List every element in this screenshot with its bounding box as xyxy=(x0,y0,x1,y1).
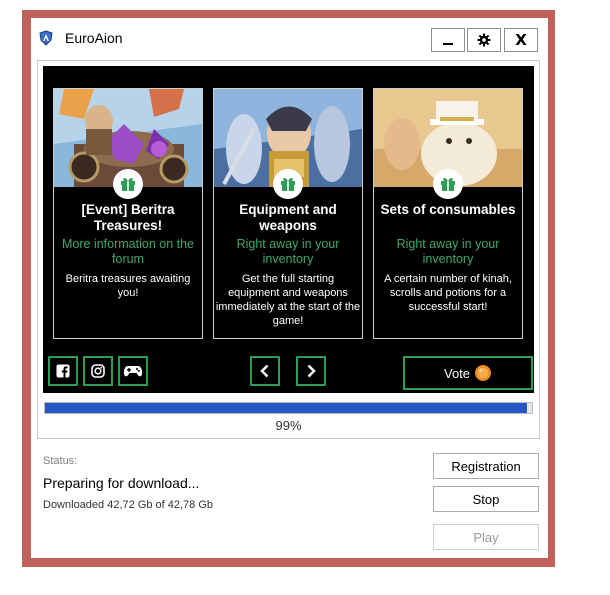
gamepad-button[interactable] xyxy=(118,356,148,386)
close-icon: X xyxy=(515,31,527,49)
download-size-text: Downloaded 42,72 Gb of 42,78 Gb xyxy=(43,499,214,511)
app-logo-icon xyxy=(38,30,54,46)
download-progress-bar xyxy=(44,402,533,414)
gamepad-icon xyxy=(123,366,143,377)
vote-button[interactable]: Vote xyxy=(403,356,533,390)
title-bar[interactable]: EuroAion X xyxy=(31,18,548,56)
carousel-prev-button[interactable] xyxy=(250,356,280,386)
stop-button[interactable]: Stop xyxy=(433,486,539,512)
gift-icon xyxy=(433,169,463,199)
facebook-button[interactable] xyxy=(48,356,78,386)
instagram-icon xyxy=(91,364,105,378)
card-link[interactable]: Right away in your inventory xyxy=(216,237,360,267)
card-description: Get the full starting equipment and weap… xyxy=(215,273,361,327)
minimize-button[interactable] xyxy=(431,28,465,52)
window-title: EuroAion xyxy=(65,30,123,46)
card-description: Beritra treasures awaiting you! xyxy=(65,273,191,299)
vote-label: Vote xyxy=(443,365,471,381)
card-link[interactable]: Right away in your inventory xyxy=(376,237,520,267)
promo-area: [Event] Beritra Treasures! More informat… xyxy=(43,66,534,393)
play-button[interactable]: Play xyxy=(433,524,539,550)
chevron-left-icon xyxy=(260,364,269,378)
progress-percent: 99% xyxy=(275,418,302,433)
card-title: Sets of consumables xyxy=(380,202,516,217)
content-panel: [Event] Beritra Treasures! More informat… xyxy=(37,60,540,439)
vote-coin-icon xyxy=(475,365,492,381)
facebook-icon xyxy=(56,364,70,378)
card-title: Equipment and weapons xyxy=(239,202,337,233)
card-link[interactable]: More information on the forum xyxy=(56,237,200,267)
card-description: A certain number of kinah, scrolls and p… xyxy=(384,273,512,313)
gift-icon xyxy=(273,169,303,199)
chevron-right-icon xyxy=(307,364,316,378)
registration-button[interactable]: Registration xyxy=(433,453,539,479)
promo-card-consumables[interactable]: Sets of consumables Right away in your i… xyxy=(373,88,523,339)
instagram-button[interactable] xyxy=(83,356,113,386)
gift-icon xyxy=(113,169,143,199)
gear-icon xyxy=(477,33,491,47)
progress-fill xyxy=(45,403,528,413)
settings-button[interactable] xyxy=(467,28,501,52)
status-text: Preparing for download... xyxy=(43,475,200,491)
close-button[interactable]: X xyxy=(504,28,538,52)
carousel-next-button[interactable] xyxy=(296,356,326,386)
status-label: Status: xyxy=(43,455,78,467)
launcher-window: EuroAion X [Event] Beritra Treasures! Mo… xyxy=(31,18,548,558)
card-title: [Event] Beritra Treasures! xyxy=(81,202,175,233)
promo-card-equipment[interactable]: Equipment and weapons Right away in your… xyxy=(213,88,363,339)
minimize-icon xyxy=(443,43,453,45)
promo-card-event[interactable]: [Event] Beritra Treasures! More informat… xyxy=(53,88,203,339)
